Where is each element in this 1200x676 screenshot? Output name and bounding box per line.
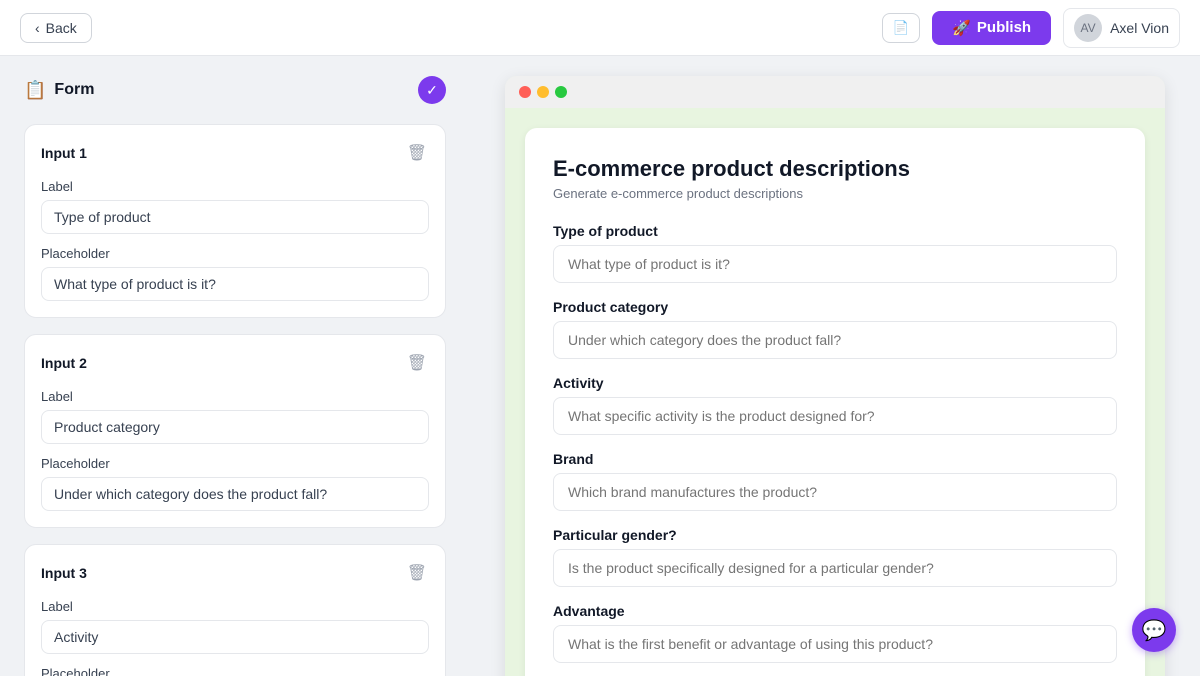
preview-label-4: Particular gender?: [553, 527, 1117, 543]
avatar-initials: AV: [1081, 21, 1096, 35]
preview-input-4[interactable]: [553, 549, 1117, 587]
preview-icon: 📄: [893, 20, 910, 36]
input-2-label-field[interactable]: [41, 410, 429, 444]
input-1-placeholder-label: Placeholder: [41, 246, 429, 261]
input-card-1: Input 1 🗑 Label Placeholder: [24, 124, 446, 318]
input-2-label-label: Label: [41, 389, 429, 404]
user-name: Axel Vion: [1110, 20, 1169, 36]
preview-label-3: Brand: [553, 451, 1117, 467]
delete-input-3-button[interactable]: 🗑: [405, 561, 429, 585]
input-3-label-label: Label: [41, 599, 429, 614]
preview-form-subtitle: Generate e-commerce product descriptions: [553, 186, 1117, 201]
input-card-2-header: Input 2 🗑: [41, 351, 429, 375]
main-content: 📋 Form ✓ Input 1 🗑 Label Placeholder Inp…: [0, 56, 1200, 676]
right-panel: E-commerce product descriptions Generate…: [470, 56, 1200, 676]
input-2-placeholder-field[interactable]: [41, 477, 429, 511]
preview-input-5[interactable]: [553, 625, 1117, 663]
top-navigation: ‹ Back 📄 🚀 Publish AV Axel Vion: [0, 0, 1200, 56]
left-panel: 📋 Form ✓ Input 1 🗑 Label Placeholder Inp…: [0, 56, 470, 676]
input-card-1-header: Input 1 🗑: [41, 141, 429, 165]
input-3-label-field[interactable]: [41, 620, 429, 654]
form-header: 📋 Form ✓: [24, 76, 446, 104]
browser-dot-red: [519, 86, 531, 98]
input-card-3: Input 3 🗑 Label Placeholder: [24, 544, 446, 676]
form-icon: 📋: [24, 80, 46, 101]
preview-form-card: E-commerce product descriptions Generate…: [525, 128, 1145, 676]
preview-input-2[interactable]: [553, 397, 1117, 435]
user-badge[interactable]: AV Axel Vion: [1063, 8, 1180, 48]
chat-icon: 💬: [1142, 618, 1167, 643]
input-card-2: Input 2 🗑 Label Placeholder: [24, 334, 446, 528]
preview-label-0: Type of product: [553, 223, 1117, 239]
preview-input-3[interactable]: [553, 473, 1117, 511]
rocket-icon: 🚀: [952, 19, 971, 37]
input-2-title: Input 2: [41, 355, 87, 371]
input-1-title: Input 1: [41, 145, 87, 161]
delete-input-2-button[interactable]: 🗑: [405, 351, 429, 375]
preview-label-1: Product category: [553, 299, 1117, 315]
input-3-placeholder-label: Placeholder: [41, 666, 429, 676]
input-1-label-field[interactable]: [41, 200, 429, 234]
preview-label-5: Advantage: [553, 603, 1117, 619]
preview-form-title: E-commerce product descriptions: [553, 156, 1117, 182]
check-circle-icon: ✓: [418, 76, 446, 104]
back-button[interactable]: ‹ Back: [20, 13, 92, 43]
publish-label: Publish: [977, 19, 1031, 36]
form-title-row: 📋 Form: [24, 80, 94, 101]
preview-button[interactable]: 📄: [882, 13, 921, 43]
delete-input-1-button[interactable]: 🗑: [405, 141, 429, 165]
input-1-placeholder-field[interactable]: [41, 267, 429, 301]
input-1-label-label: Label: [41, 179, 429, 194]
browser-dot-yellow: [537, 86, 549, 98]
avatar: AV: [1074, 14, 1102, 42]
browser-dot-green: [555, 86, 567, 98]
chat-bubble-button[interactable]: 💬: [1132, 608, 1176, 652]
back-chevron-icon: ‹: [35, 20, 40, 36]
preview-label-2: Activity: [553, 375, 1117, 391]
publish-button[interactable]: 🚀 Publish: [932, 11, 1051, 45]
input-2-placeholder-label: Placeholder: [41, 456, 429, 471]
browser-bar: [505, 76, 1165, 108]
input-card-3-header: Input 3 🗑: [41, 561, 429, 585]
topnav-right: 📄 🚀 Publish AV Axel Vion: [882, 8, 1180, 48]
back-label: Back: [46, 20, 77, 36]
input-3-title: Input 3: [41, 565, 87, 581]
preview-input-0[interactable]: [553, 245, 1117, 283]
form-panel-title: Form: [54, 81, 94, 99]
browser-window: E-commerce product descriptions Generate…: [505, 76, 1165, 676]
preview-input-1[interactable]: [553, 321, 1117, 359]
